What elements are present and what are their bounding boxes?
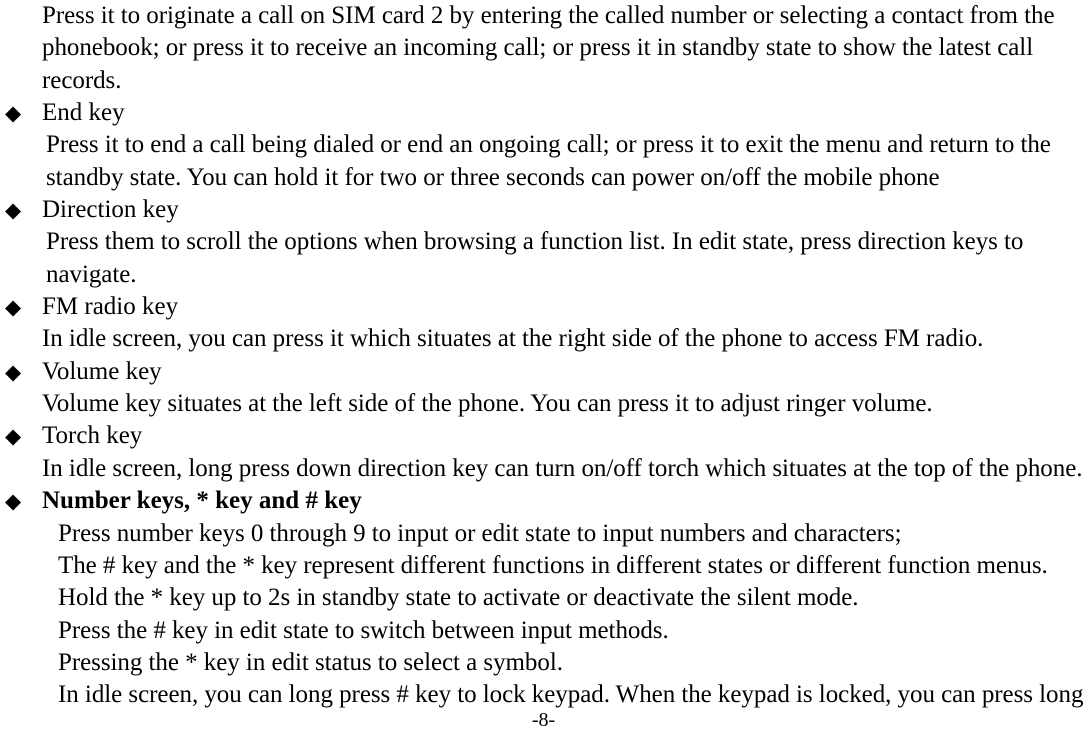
body-text-line: navigate.	[46, 260, 137, 288]
body-text-line: Press it to end a call being dialed or e…	[46, 131, 1051, 159]
page-number: -8-	[531, 709, 556, 731]
diamond-bullet-icon: ◆	[5, 198, 22, 223]
body-text-line: Press the # key in edit state to switch …	[58, 616, 669, 644]
bullet-heading-label: Number keys, * key and # key	[42, 487, 362, 515]
bullet-heading: ◆ Direction key	[0, 194, 1087, 226]
document-page: Press it to originate a call on SIM card…	[0, 0, 1087, 735]
bullet-heading-label: End key	[42, 99, 125, 127]
body-text-line: In idle screen, you can press it which s…	[42, 325, 984, 353]
bullet-heading: ◆ FM radio key	[0, 291, 1087, 323]
bullet-heading: ◆ Number keys, * key and # key	[0, 485, 1087, 517]
diamond-bullet-icon: ◆	[5, 424, 22, 449]
body-text-line: Press number keys 0 through 9 to input o…	[58, 519, 902, 547]
body-text-line: In idle screen, long press down directio…	[42, 454, 1083, 482]
diamond-bullet-icon: ◆	[5, 101, 22, 126]
body-text-line: standby state. You can hold it for two o…	[46, 163, 940, 191]
body-text-line: Press it to originate a call on SIM card…	[42, 2, 1055, 29]
bullet-heading: ◆ Torch key	[0, 420, 1087, 452]
bullet-heading-label: Torch key	[42, 422, 143, 450]
body-text-line: phonebook; or press it to receive an inc…	[42, 34, 1034, 62]
bullet-heading: ◆ End key	[0, 97, 1087, 129]
bullet-heading-label: FM radio key	[42, 293, 179, 321]
bullet-heading: ◆ Volume key	[0, 356, 1087, 388]
page-body-text: Press it to originate a call on SIM card…	[0, 0, 1087, 712]
body-text-line: Volume key situates at the left side of …	[42, 390, 933, 418]
diamond-bullet-icon: ◆	[5, 489, 22, 514]
bullet-heading-label: Volume key	[42, 357, 162, 385]
body-text-line: Hold the * key up to 2s in standby state…	[58, 584, 859, 612]
body-text-line: records.	[42, 66, 122, 94]
body-text-line: The # key and the * key represent differ…	[58, 551, 1048, 579]
diamond-bullet-icon: ◆	[5, 295, 22, 320]
diamond-bullet-icon: ◆	[5, 359, 22, 384]
body-text-line: In idle screen, you can long press # key…	[58, 681, 1084, 709]
bullet-heading-label: Direction key	[42, 196, 179, 224]
body-text-line: Pressing the * key in edit status to sel…	[58, 648, 563, 676]
body-text-line: Press them to scroll the options when br…	[46, 228, 1024, 256]
